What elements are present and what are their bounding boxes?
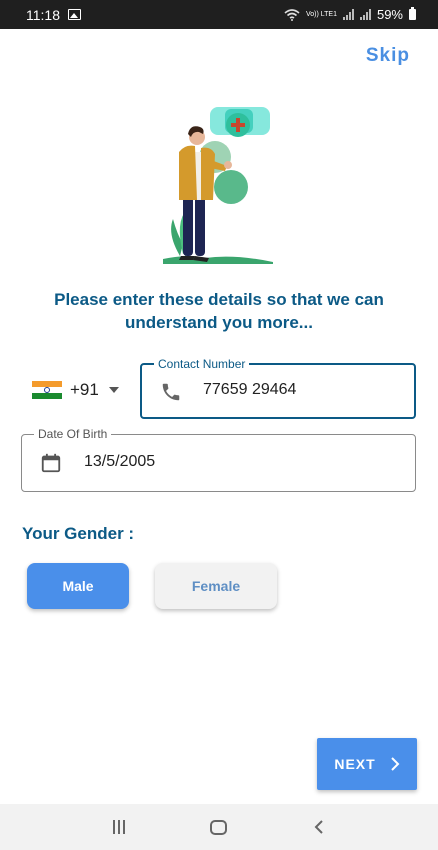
status-time: 11:18 bbox=[26, 6, 60, 23]
date-of-birth-field[interactable]: Date Of Birth 13/5/2005 bbox=[21, 427, 416, 492]
page-headline: Please enter these details so that we ca… bbox=[54, 290, 384, 332]
status-bar: 11:18 Vo)) LTE1 59% bbox=[0, 0, 438, 29]
chevron-right-icon bbox=[390, 757, 400, 771]
system-nav-bar bbox=[0, 804, 438, 850]
gender-female-button[interactable]: Female bbox=[155, 563, 277, 609]
next-button[interactable]: NEXT bbox=[317, 738, 417, 790]
back-icon[interactable] bbox=[313, 819, 325, 835]
person-illustration bbox=[163, 107, 273, 264]
contact-number-label: Contact Number bbox=[154, 357, 250, 371]
india-flag-icon bbox=[32, 380, 62, 400]
next-label: NEXT bbox=[334, 756, 376, 772]
image-icon bbox=[68, 9, 81, 20]
dial-code: +91 bbox=[70, 380, 99, 399]
country-code-picker[interactable]: +91 bbox=[32, 380, 119, 400]
chevron-down-icon bbox=[108, 387, 119, 393]
signal-icon bbox=[342, 9, 354, 20]
gender-title: Your Gender : bbox=[22, 524, 135, 543]
status-left: 11:18 bbox=[26, 7, 81, 23]
calendar-icon bbox=[41, 453, 61, 473]
screen: 11:18 Vo)) LTE1 59% Skip Please enter th… bbox=[0, 0, 438, 850]
date-of-birth-value: 13/5/2005 bbox=[84, 453, 156, 470]
gender-male-button[interactable]: Male bbox=[27, 563, 129, 609]
signal-icon-2 bbox=[359, 9, 371, 20]
network-type: Vo)) LTE1 bbox=[305, 11, 337, 18]
status-right: Vo)) LTE1 59% bbox=[284, 7, 416, 22]
contact-number-field[interactable]: Contact Number 77659 29464 bbox=[140, 357, 416, 419]
wifi-icon bbox=[284, 8, 300, 21]
skip-button[interactable]: Skip bbox=[366, 45, 410, 67]
battery-icon bbox=[409, 7, 416, 20]
battery-percent: 59% bbox=[376, 7, 403, 22]
phone-icon bbox=[162, 383, 180, 401]
recent-apps-icon[interactable] bbox=[112, 820, 125, 834]
home-icon[interactable] bbox=[210, 819, 228, 835]
contact-number-value: 77659 29464 bbox=[203, 381, 297, 398]
date-of-birth-label: Date Of Birth bbox=[34, 427, 112, 441]
